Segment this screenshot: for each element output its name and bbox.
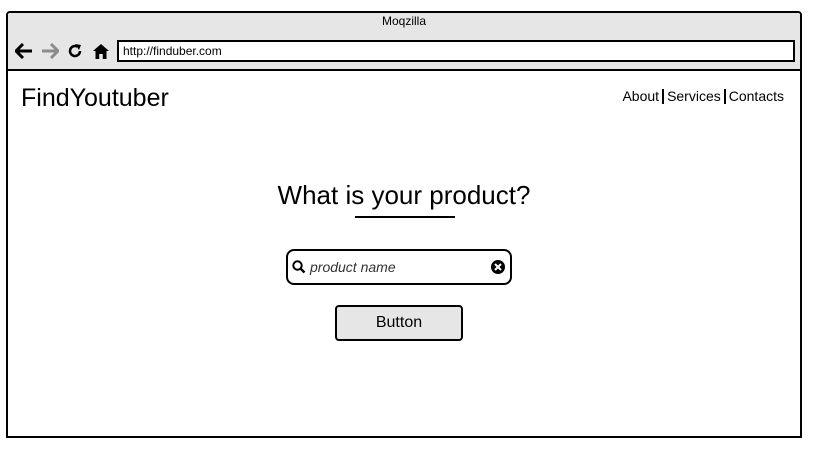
heading-underline (355, 216, 455, 218)
page-content: FindYoutuber About Services Contacts Wha… (8, 71, 800, 436)
browser-chrome: Moqzilla http://finduber.com (8, 13, 800, 71)
nav-services-link[interactable]: Services (667, 87, 721, 105)
clear-icon[interactable] (490, 259, 506, 280)
product-search-field[interactable]: product name (286, 249, 512, 285)
nav-contacts-link[interactable]: Contacts (729, 87, 784, 105)
page-heading: What is your product? (277, 180, 531, 210)
forward-arrow-icon[interactable] (40, 42, 60, 60)
window-title: Moqzilla (381, 14, 426, 28)
browser-window: Moqzilla http://finduber.com FindYoutube… (6, 11, 802, 438)
top-nav: About Services Contacts (622, 87, 784, 105)
reload-icon[interactable] (66, 42, 84, 60)
search-placeholder: product name (310, 259, 396, 275)
home-icon[interactable] (91, 42, 111, 60)
search-icon (292, 260, 306, 279)
nav-separator (662, 88, 665, 104)
back-arrow-icon[interactable] (14, 42, 34, 60)
nav-about-link[interactable]: About (622, 87, 659, 105)
nav-separator (723, 88, 726, 104)
site-logo[interactable]: FindYoutuber (21, 83, 169, 113)
address-bar[interactable]: http://finduber.com (117, 40, 795, 62)
submit-button[interactable]: Button (335, 305, 463, 341)
